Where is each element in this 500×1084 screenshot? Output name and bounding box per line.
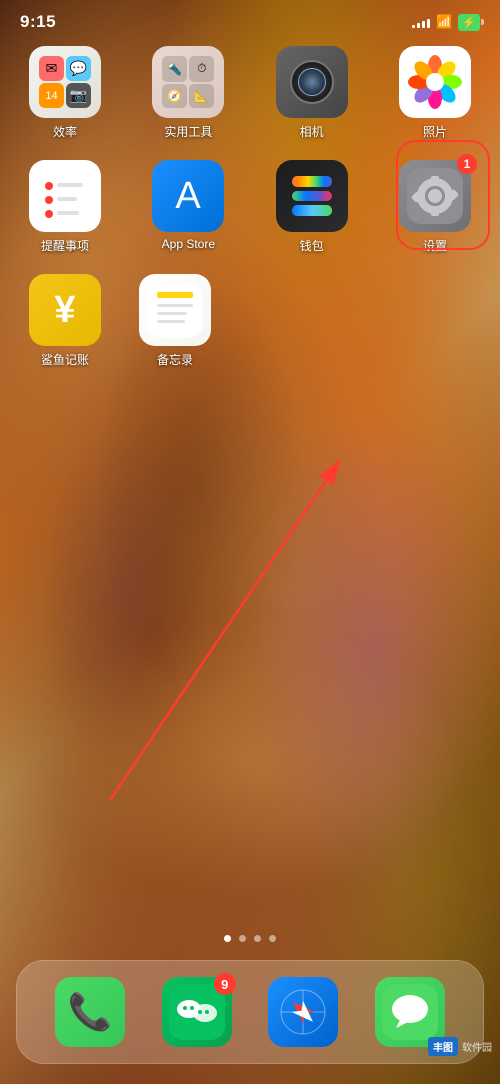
settings-label: 设置 — [423, 237, 447, 254]
wechat-badge: 9 — [214, 973, 236, 995]
watermark-logo: 丰图 — [428, 1037, 458, 1056]
page-dot-1[interactable] — [224, 935, 231, 942]
watermark: 丰图 软件园 — [428, 1037, 492, 1056]
appstore-label: App Store — [162, 237, 215, 251]
app-row-3: ¥ 鲨鱼记账 备忘录 — [20, 274, 480, 368]
app-row-2: 提醒事项 A App Store 钱包 — [20, 160, 480, 254]
dock-safari[interactable] — [268, 977, 338, 1047]
camera-label: 相机 — [300, 123, 324, 140]
status-icons: 📶 ⚡ — [412, 14, 480, 31]
page-dots — [0, 925, 500, 952]
safari-icon — [268, 977, 338, 1047]
appstore-icon: A — [152, 160, 224, 232]
settings-icon: 1 — [399, 160, 471, 232]
wallet-label: 钱包 — [300, 237, 324, 254]
page-dot-2[interactable] — [239, 935, 246, 942]
tools-icon: 🔦 ⏱ 🧭 📐 — [152, 46, 224, 118]
app-tools[interactable]: 🔦 ⏱ 🧭 📐 实用工具 — [143, 46, 233, 140]
efficiency-label: 效率 — [53, 123, 77, 140]
app-appstore[interactable]: A App Store — [143, 160, 233, 251]
dock-phone[interactable]: 📞 — [55, 977, 125, 1047]
reminders-label: 提醒事项 — [41, 237, 89, 254]
svg-text:A: A — [176, 175, 202, 217]
app-camera[interactable]: 相机 — [267, 46, 357, 140]
money-icon: ¥ — [29, 274, 101, 346]
tools-label: 实用工具 — [164, 123, 212, 140]
app-notes[interactable]: 备忘录 — [130, 274, 220, 368]
settings-badge: 1 — [457, 154, 477, 174]
phone-icon: 📞 — [55, 977, 125, 1047]
reminders-icon — [29, 160, 101, 232]
app-row-1: ✉ 💬 14 📷 效率 🔦 ⏱ 🧭 📐 — [20, 46, 480, 140]
notes-label: 备忘录 — [157, 351, 193, 368]
efficiency-icon: ✉ 💬 14 📷 — [29, 46, 101, 118]
page-dot-3[interactable] — [254, 935, 261, 942]
battery-icon: ⚡ — [458, 14, 480, 31]
app-efficiency[interactable]: ✉ 💬 14 📷 效率 — [20, 46, 110, 140]
photos-svg — [407, 54, 463, 110]
dock: 📞 9 — [16, 960, 484, 1064]
app-settings[interactable]: 1 设置 — [390, 160, 480, 254]
app-money[interactable]: ¥ 鲨鱼记账 — [20, 274, 110, 368]
app-grid: ✉ 💬 14 📷 效率 🔦 ⏱ 🧭 📐 — [0, 36, 500, 925]
money-label: 鲨鱼记账 — [41, 351, 89, 368]
camera-icon — [276, 46, 348, 118]
page-dot-4[interactable] — [269, 935, 276, 942]
app-wallet[interactable]: 钱包 — [267, 160, 357, 254]
dock-wechat[interactable]: 9 — [162, 977, 232, 1047]
notes-icon — [139, 274, 211, 346]
wallet-icon — [276, 160, 348, 232]
status-time: 9:15 — [20, 12, 56, 32]
app-reminders[interactable]: 提醒事项 — [20, 160, 110, 254]
watermark-text: 软件园 — [462, 1039, 492, 1054]
status-bar: 9:15 📶 ⚡ — [0, 0, 500, 36]
screen: 9:15 📶 ⚡ ✉ 💬 14 📷 — [0, 0, 500, 1084]
app-photos[interactable]: 照片 — [390, 46, 480, 140]
signal-strength-icon — [412, 16, 430, 28]
wifi-icon: 📶 — [436, 14, 452, 30]
photos-label: 照片 — [423, 123, 447, 140]
photos-icon — [399, 46, 471, 118]
